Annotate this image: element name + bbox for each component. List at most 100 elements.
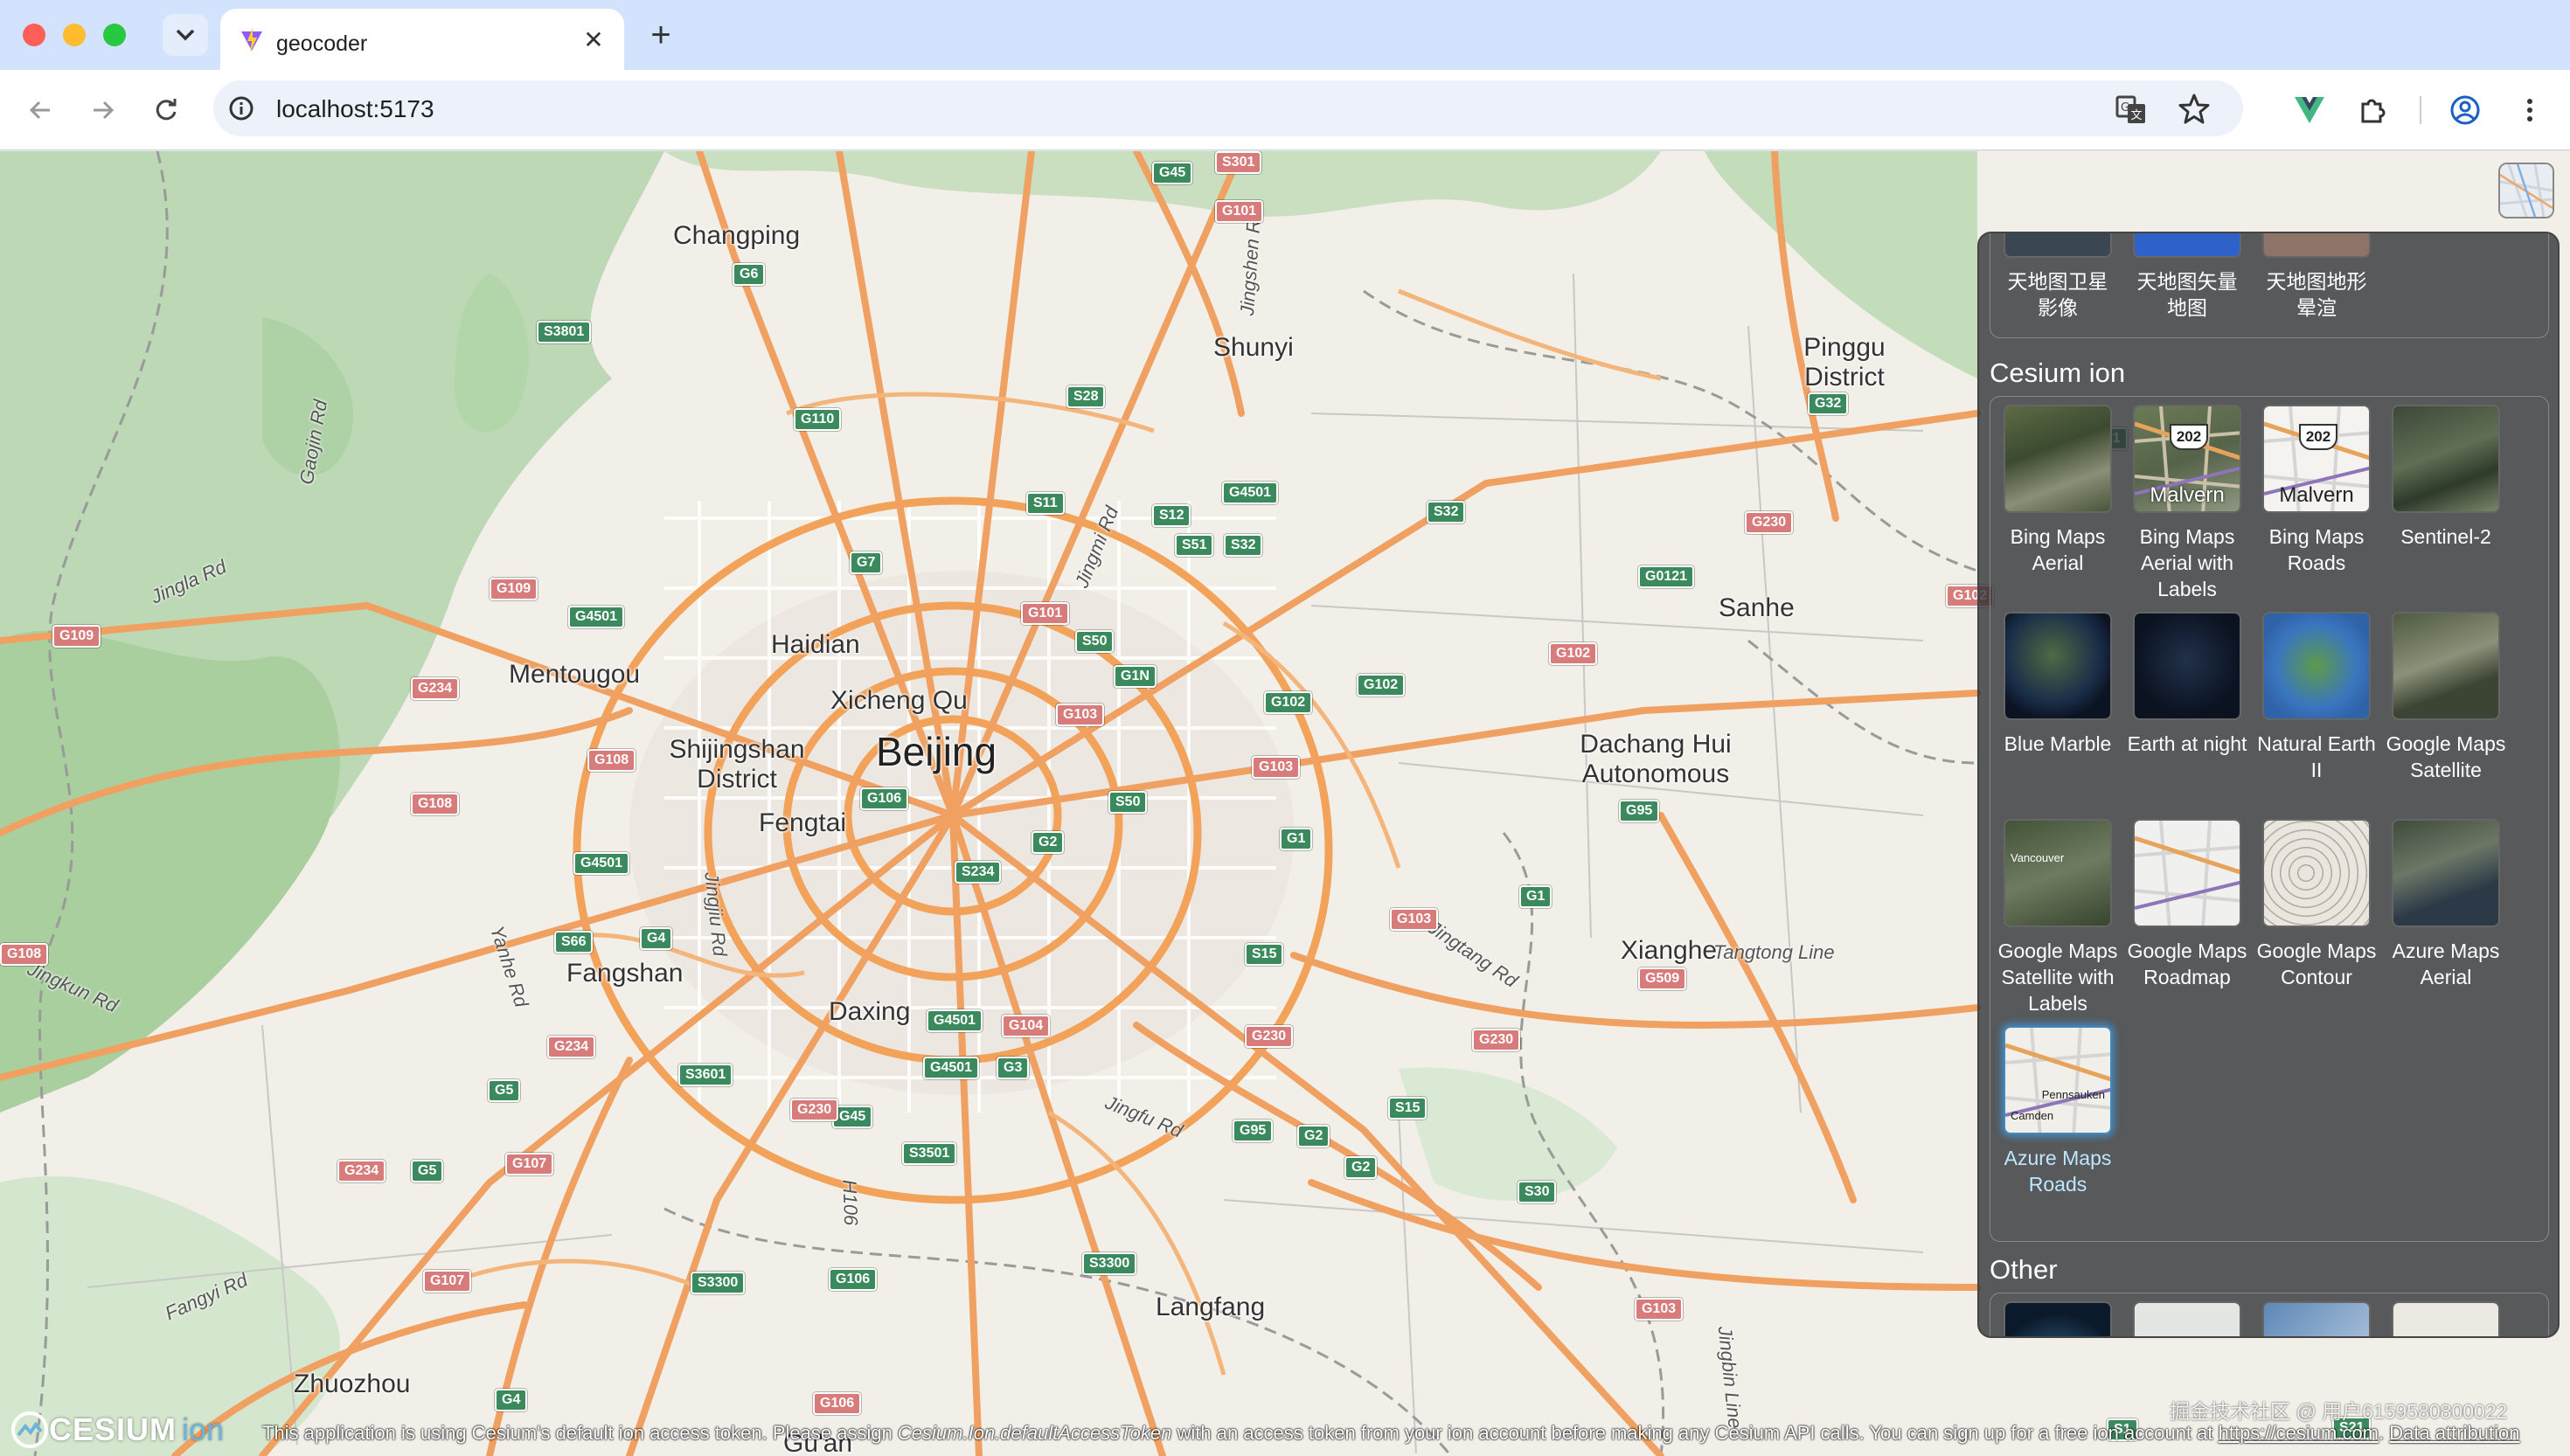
layer-item[interactable]: Earth at night — [2122, 612, 2252, 757]
vue-devtools-extension-button[interactable] — [2292, 93, 2327, 128]
highway-shield: G1 — [1519, 885, 1552, 908]
layer-item[interactable]: Google Maps Roadmap — [2122, 819, 2252, 990]
highway-shield: G45 — [1152, 162, 1193, 184]
layer-label: Sentinel-2 — [2400, 525, 2491, 548]
translate-icon[interactable]: 文 G — [2114, 92, 2149, 127]
forward-button[interactable] — [86, 93, 121, 128]
layer-item[interactable]: Pennsauken Camden Azure Maps Roads — [1993, 1026, 2122, 1197]
highway-shield: G4501 — [573, 852, 630, 875]
browser-toolbar: localhost:5173 文 G — [0, 70, 2570, 150]
layer-label: Earth at night — [2127, 732, 2247, 755]
chevron-down-icon — [176, 29, 195, 41]
menu-button[interactable] — [2512, 93, 2547, 128]
place-label: Pinggu District — [1803, 333, 1886, 392]
highway-shield: S3601 — [678, 1064, 733, 1086]
highway-shield: G103 — [1390, 908, 1439, 931]
active-tab[interactable]: geocoder ✕ — [220, 9, 624, 72]
layer-item[interactable]: 天地图矢量地图 — [2122, 233, 2252, 321]
window-maximize-button[interactable] — [103, 24, 126, 46]
thumbnail-caption: Camden — [2011, 1109, 2054, 1122]
layer-item[interactable]: 天地图地形晕渲 — [2252, 233, 2381, 321]
highway-shield: G0121 — [1638, 565, 1695, 588]
layer-item[interactable]: 天地图卫星影像 — [1993, 233, 2122, 321]
highway-shield: G230 — [790, 1099, 839, 1121]
layer-label: Blue Marble — [2004, 732, 2112, 755]
logo-text: CESIUM — [49, 1411, 177, 1447]
layer-item[interactable]: Vancouver Google Maps Satellite with Labe… — [1993, 819, 2122, 1016]
highway-shield: G104 — [1002, 1015, 1051, 1037]
place-label: Xicheng Qu — [830, 686, 968, 715]
layer-thumbnail — [2133, 233, 2241, 258]
highway-shield: G509 — [1638, 967, 1687, 990]
new-tab-button[interactable]: + — [642, 16, 680, 54]
highway-shield: S234 — [955, 861, 1002, 884]
arrow-right-icon — [94, 101, 115, 120]
place-label: Daxing — [829, 997, 911, 1026]
layer-item[interactable]: Natural Earth II — [2252, 612, 2381, 783]
map-thumbnail-icon — [2500, 164, 2553, 217]
layer-item[interactable]: Google Maps Contour — [2252, 819, 2381, 990]
window-minimize-button[interactable] — [63, 24, 86, 46]
route-badge: 202 — [2299, 424, 2337, 450]
place-label: Shijingshan District — [669, 735, 805, 794]
layer-item[interactable] — [1993, 1301, 2122, 1336]
reload-icon — [156, 99, 177, 121]
layer-item[interactable]: Sentinel-2 — [2381, 405, 2511, 550]
layer-thumbnail: Vancouver — [2004, 819, 2112, 927]
account-icon — [2450, 95, 2480, 125]
place-label: Langfang — [1156, 1293, 1266, 1321]
highway-shield: G101 — [1215, 200, 1264, 223]
layer-item[interactable]: 202 Malvern Bing Maps Roads — [2252, 405, 2381, 576]
cesium-link[interactable]: https://cesium.com — [2219, 1422, 2379, 1444]
tab-search-button[interactable] — [163, 14, 208, 56]
star-icon[interactable] — [2177, 92, 2212, 127]
road-label: Tangtong Line — [1713, 941, 1835, 963]
place-label: Shunyi — [1213, 333, 1294, 362]
credit-mid: with an access token from your ion accou… — [1171, 1422, 2219, 1444]
layer-item[interactable]: Azure Maps Aerial — [2381, 819, 2511, 990]
svg-text:G: G — [2121, 101, 2129, 114]
layer-item[interactable]: 202 Malvern Bing Maps Aerial with Labels — [2122, 405, 2252, 602]
layer-thumbnail — [2262, 819, 2371, 927]
highway-shield: G109 — [490, 578, 538, 600]
base-layer-picker-dropdown: 天地图卫星影像 天地图矢量地图 天地图地形晕渲 Cesium ion Bing Ma… — [1977, 232, 2560, 1338]
layer-thumbnail: 202 Malvern — [2133, 405, 2241, 513]
layer-item[interactable]: Bing Maps Aerial — [1993, 405, 2122, 576]
layer-thumbnail: 202 Malvern — [2262, 405, 2371, 513]
layer-label: Bing Maps Aerial with Labels — [2139, 525, 2235, 600]
layer-item[interactable] — [2252, 1301, 2381, 1336]
cesium-map-viewport[interactable]: Changping Shunyi Pinggu District Haidian… — [0, 151, 2570, 1456]
site-info-icon[interactable] — [224, 91, 259, 126]
highway-shield: G102 — [1264, 691, 1313, 714]
layer-thumbnail — [2392, 819, 2500, 927]
layer-item[interactable] — [2122, 1301, 2252, 1336]
highway-shield: G2 — [1344, 1156, 1378, 1179]
reload-button[interactable] — [149, 93, 184, 128]
profile-button[interactable] — [2448, 93, 2483, 128]
base-layer-picker-button[interactable] — [2498, 163, 2554, 218]
highway-shield: S30 — [1518, 1181, 1557, 1203]
layer-item[interactable] — [2381, 1301, 2511, 1336]
layer-item[interactable]: Google Maps Satellite — [2381, 612, 2511, 783]
highway-shield: G32 — [1808, 392, 1849, 415]
window-close-button[interactable] — [23, 24, 45, 46]
layer-label: Google Maps Satellite — [2386, 732, 2506, 781]
highway-shield: S3300 — [691, 1272, 746, 1294]
highway-shield: S66 — [554, 931, 594, 953]
address-bar[interactable]: localhost:5173 文 G — [213, 80, 2243, 136]
cesium-ion-logo[interactable]: CESIUM ion — [10, 1409, 224, 1451]
layer-item[interactable]: Blue Marble — [1993, 612, 2122, 757]
highway-shield: G95 — [1619, 800, 1660, 822]
credit-text: This application is using Cesium's defau… — [262, 1422, 2519, 1445]
vue-logo-icon — [2295, 97, 2324, 123]
layer-thumbnail — [2004, 233, 2112, 258]
highway-shield: S50 — [1108, 791, 1148, 814]
tab-close-icon[interactable]: ✕ — [579, 24, 608, 54]
credit-prefix: This application is using Cesium's defau… — [262, 1422, 898, 1444]
extensions-button[interactable] — [2355, 93, 2390, 128]
data-attribution-link[interactable]: Data attribution — [2389, 1422, 2519, 1444]
back-button[interactable] — [23, 93, 58, 128]
place-label: Haidian — [771, 630, 860, 659]
highway-shield: G109 — [52, 625, 101, 648]
highway-shield: S3501 — [902, 1142, 957, 1165]
